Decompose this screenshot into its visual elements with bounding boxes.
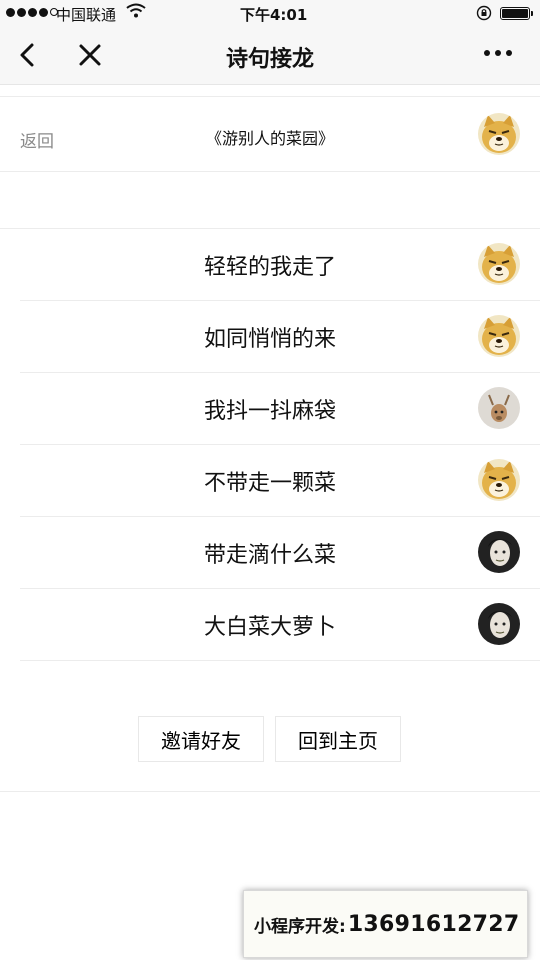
wifi-icon [126, 3, 146, 23]
back-link[interactable]: 返回 [20, 127, 54, 152]
back-to-home-button[interactable]: 回到主页 [275, 716, 401, 762]
verse-text: 不带走一颗菜 [203, 471, 336, 496]
list-item: 如同悄悄的来 [20, 301, 540, 373]
battery-icon [500, 7, 533, 20]
avatar [478, 113, 520, 155]
poem-title: 《游别人的菜园》 [205, 129, 334, 148]
banner-label: 小程序开发: [254, 916, 346, 937]
status-time: 下午4:01 [240, 6, 308, 24]
avatar [478, 243, 520, 285]
signal-strength-icon [6, 8, 58, 17]
more-dots-icon[interactable] [484, 50, 512, 56]
avatar [478, 531, 520, 573]
verse-text: 如同悄悄的来 [203, 327, 336, 352]
banner-phone: 13691612727 [347, 911, 520, 937]
carrier-name: 中国联通 [56, 6, 117, 24]
nav-bar: 诗句接龙 [0, 28, 540, 85]
list-item: 轻轻的我走了 [20, 229, 540, 301]
avatar [478, 387, 520, 429]
list-item: 大白菜大萝卜 [20, 589, 540, 661]
avatar [478, 315, 520, 357]
contact-banner: 小程序开发: 13691612727 [243, 890, 528, 958]
divider [0, 791, 540, 792]
invite-friends-button[interactable]: 邀请好友 [138, 716, 264, 762]
rotation-lock-icon [476, 5, 492, 25]
poem-header: 返回 《游别人的菜园》 [0, 96, 540, 172]
verse-text: 我抖一抖麻袋 [203, 399, 336, 424]
list-item: 不带走一颗菜 [20, 445, 540, 517]
list-item: 带走滴什么菜 [20, 517, 540, 589]
verse-list: 轻轻的我走了 如同悄悄的来 我抖一抖麻袋 不带走一颗菜 带走滴什么菜 大白菜大萝… [0, 228, 540, 661]
close-icon[interactable] [76, 40, 104, 70]
status-bar: 中国联通 下午4:01 [0, 0, 540, 28]
verse-text: 轻轻的我走了 [203, 255, 336, 280]
avatar [478, 603, 520, 645]
avatar [478, 459, 520, 501]
chevron-left-icon[interactable] [14, 40, 42, 70]
list-item: 我抖一抖麻袋 [20, 373, 540, 445]
verse-text: 带走滴什么菜 [203, 543, 336, 568]
verse-text: 大白菜大萝卜 [203, 615, 336, 640]
